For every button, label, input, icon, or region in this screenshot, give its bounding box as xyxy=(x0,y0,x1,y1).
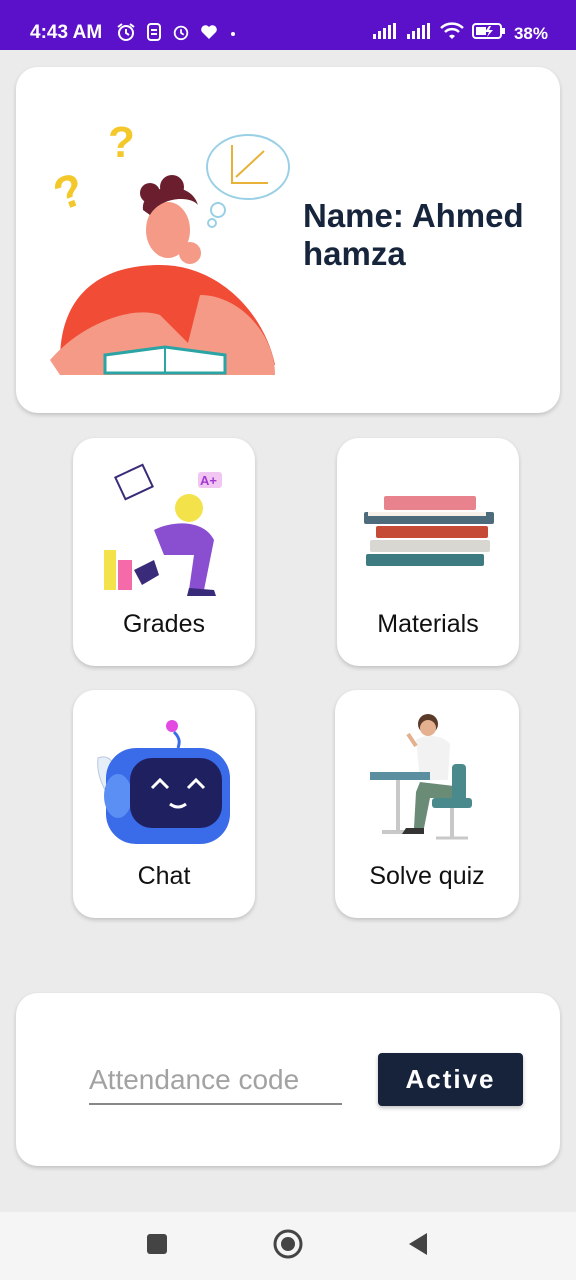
back-triangle-icon xyxy=(407,1231,429,1262)
wifi-icon xyxy=(440,22,464,45)
notification-icon xyxy=(146,22,162,47)
attendance-card: Active xyxy=(16,993,560,1166)
student-desk-illustration xyxy=(356,712,496,852)
chat-label: Chat xyxy=(137,862,191,890)
battery-percent: 38% xyxy=(513,23,548,43)
alarm-icon xyxy=(116,22,136,47)
signal-icon xyxy=(372,23,398,44)
status-icons-left xyxy=(116,22,238,47)
thinking-student-illustration: ? ? xyxy=(40,115,290,375)
status-time: 4:43 AM xyxy=(30,22,103,43)
alarm-icon xyxy=(172,23,190,46)
svg-text:?: ? xyxy=(47,162,91,220)
recents-button[interactable] xyxy=(127,1212,187,1280)
robot-illustration xyxy=(94,712,234,852)
attendance-code-input[interactable] xyxy=(89,1057,342,1105)
solve-quiz-label: Solve quiz xyxy=(369,862,485,890)
signal-icon xyxy=(406,23,432,44)
grades-tile[interactable]: A+ Grades xyxy=(73,438,255,666)
status-icons-right: 38% xyxy=(372,22,548,45)
back-button[interactable] xyxy=(388,1212,448,1280)
dot-icon xyxy=(228,26,238,44)
square-icon xyxy=(146,1233,168,1260)
home-button[interactable] xyxy=(258,1212,318,1280)
chat-tile[interactable]: Chat xyxy=(73,690,255,918)
status-bar: 4:43 AM 38% xyxy=(0,0,576,50)
materials-tile[interactable]: Materials xyxy=(337,438,519,666)
activate-button[interactable]: Active xyxy=(378,1053,523,1106)
profile-card: ? ? Name: Ahmed hamza xyxy=(16,67,560,413)
circle-icon xyxy=(272,1228,304,1265)
books-illustration xyxy=(358,460,498,600)
solve-quiz-tile[interactable]: Solve quiz xyxy=(335,690,519,918)
materials-label: Materials xyxy=(377,610,479,638)
navigation-bar xyxy=(0,1212,576,1280)
svg-text:A+: A+ xyxy=(200,473,217,488)
profile-name: Name: Ahmed hamza xyxy=(303,197,524,272)
heart-icon xyxy=(200,24,218,45)
grades-illustration: A+ xyxy=(94,460,234,600)
svg-text:?: ? xyxy=(108,118,135,167)
grades-label: Grades xyxy=(123,610,205,638)
battery-icon xyxy=(471,22,506,45)
